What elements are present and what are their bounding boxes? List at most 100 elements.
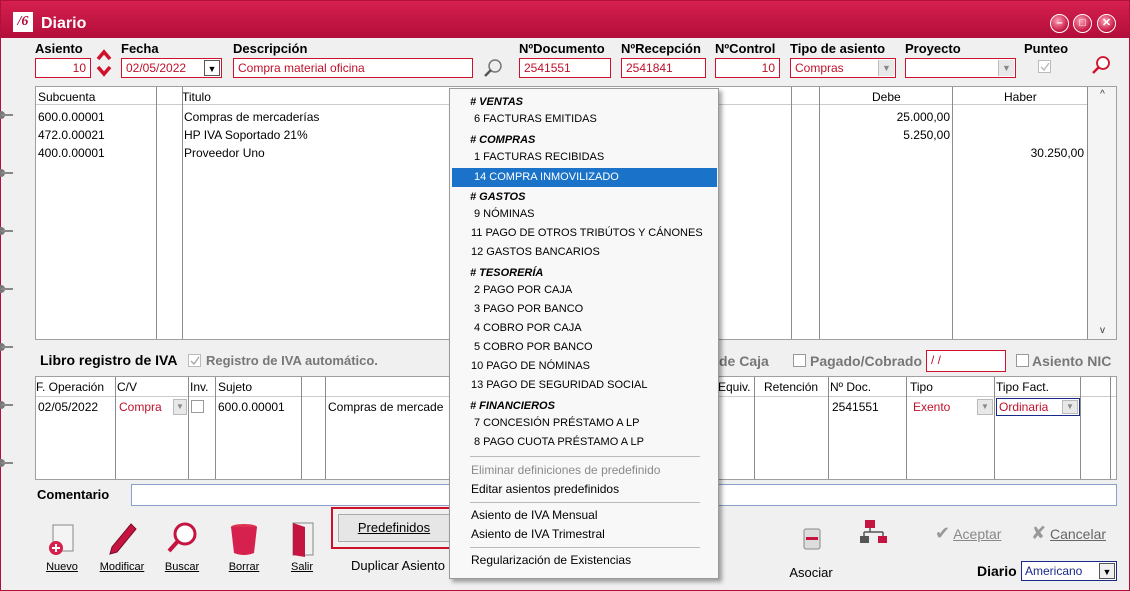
col-retencion: Retención [764,380,819,394]
asociar-label: Asociar [789,565,833,580]
asiento-nic-checkbox[interactable] [1016,354,1029,367]
row-debe: 5.250,00 [903,128,950,142]
num-documento-label: NºDocumento [519,41,605,56]
aceptar-button[interactable]: ✔ Aceptar [935,523,1001,544]
fecha-input[interactable]: 02/05/2022 ▼ [121,58,222,78]
nuevo-button[interactable]: Nuevo [41,521,83,573]
new-document-icon [45,521,79,555]
diario-select[interactable]: Americano ▼ [1021,561,1117,581]
proyecto-select[interactable]: ▼ [905,58,1016,78]
col-sujeto: Sujeto [218,380,253,394]
check-icon: ✔ [935,523,951,543]
menu-item-12[interactable]: 12 GASTOS BANCARIOS [450,243,718,262]
descripcion-label: Descripción [233,41,308,56]
diario-label: Diario [977,563,1017,579]
asociar-button[interactable]: Asociar [781,523,841,580]
pagado-checkbox[interactable] [793,354,806,367]
asiento-input[interactable]: 10 [35,58,91,78]
chevron-up-icon[interactable]: ^ [1088,89,1116,100]
chevron-down-icon[interactable]: ▼ [998,60,1014,76]
fecha-value: 02/05/2022 [126,61,187,75]
asiento-stepper[interactable] [96,47,112,79]
descripcion-search-icon[interactable] [481,57,505,79]
col-cv: C/V [117,380,138,394]
iva-num-doc: 2541551 [832,400,879,414]
menu-iva-trimestral[interactable]: Asiento de IVA Trimestral [450,525,718,544]
menu-item-10[interactable]: 10 PAGO DE NÓMINAS [450,357,718,376]
chevron-down-icon[interactable]: ▼ [977,399,993,415]
menu-item-3[interactable]: 3 PAGO POR BANCO [450,300,718,319]
borrar-label: Borrar [228,561,260,573]
modificar-label: Modificar [99,561,145,573]
cancelar-button[interactable]: ✘ Cancelar [1031,523,1106,544]
chevron-down-icon[interactable]: ▼ [173,399,187,415]
menu-item-5[interactable]: 5 COBRO POR BANCO [450,338,718,357]
iva-tipo[interactable]: Exento [913,400,950,414]
menu-iva-mensual[interactable]: Asiento de IVA Mensual [450,506,718,525]
window-title: Diario [41,15,87,32]
iva-cv[interactable]: Compra [119,400,162,414]
menu-item-13[interactable]: 13 PAGO DE SEGURIDAD SOCIAL [450,376,718,395]
pencil-icon [105,521,139,555]
punteo-checkbox[interactable] [1038,60,1051,73]
chevron-down-icon[interactable]: ▼ [878,60,894,76]
tipo-asiento-select[interactable]: Compras ▼ [790,58,896,78]
iva-desc: Compras de mercade [328,400,444,414]
descripcion-input[interactable]: Compra material oficina [233,58,473,78]
menu-separator [470,502,700,503]
iva-tipo-fact-select[interactable]: Ordinaria ▼ [996,398,1080,416]
entries-scrollbar[interactable]: ^ v [1088,87,1116,339]
aceptar-label: Aceptar [953,526,1002,542]
close-icon[interactable]: ✕ [1097,14,1116,33]
row-titulo: Compras de mercaderías [184,110,320,124]
diario-value: Americano [1025,564,1083,578]
ring-icon [0,401,13,409]
salir-label: Salir [290,561,313,573]
menu-item-2[interactable]: 2 PAGO POR CAJA [450,281,718,300]
buscar-button[interactable]: Buscar [161,521,203,573]
num-documento-input[interactable]: 2541551 [519,58,611,78]
maximize-icon[interactable]: □ [1073,14,1092,33]
minimize-icon[interactable]: – [1050,14,1069,33]
predefinidos-menu: # VENTAS 6 FACTURAS EMITIDAS # COMPRAS 1… [449,88,719,579]
menu-eliminar-definiciones: Eliminar definiciones de predefinido [471,463,661,477]
predefinidos-label: Predefinidos [357,520,431,535]
duplicar-button[interactable]: Duplicar Asiento [351,558,445,573]
iva-inv-checkbox[interactable] [191,400,204,413]
iva-f-operacion: 02/05/2022 [38,400,99,414]
chevron-down-icon[interactable]: v [1088,325,1116,336]
punteo-search-icon[interactable] [1089,54,1113,76]
menu-item-1[interactable]: 1 FACTURAS RECIBIDAS [450,148,718,167]
iva-auto-checkbox[interactable] [188,354,201,367]
num-control-label: NºControl [715,41,776,56]
calendar-dropdown-icon[interactable]: ▼ [204,60,220,76]
menu-regularizacion-existencias[interactable]: Regularización de Existencias [450,551,718,570]
chevron-down-icon[interactable]: ▼ [1062,400,1078,414]
search-icon [165,521,199,555]
diario-window: /6 Diario – □ ✕ Asiento Fecha Descripció… [0,0,1130,591]
predefinidos-button[interactable]: Predefinidos [338,514,450,542]
salir-button[interactable]: Salir [281,521,323,573]
num-recepcion-label: NºRecepción [621,41,701,56]
menu-item-9[interactable]: 9 NÓMINAS [450,205,718,224]
menu-item-6[interactable]: 6 FACTURAS EMITIDAS [450,110,718,129]
col-num-doc: Nº Doc. [830,380,872,394]
ring-icon [0,227,13,235]
menu-item-11[interactable]: 11 PAGO DE OTROS TRIBÚTOS Y CÁNONES [450,224,718,243]
col-equiv: Equiv. [718,380,751,394]
ring-icon [0,169,13,177]
menu-item-7[interactable]: 7 CONCESIÓN PRÉSTAMO A LP [450,414,718,433]
menu-item-4[interactable]: 4 COBRO POR CAJA [450,319,718,338]
menu-editar-predefinidos[interactable]: Editar asientos predefinidos [450,480,718,499]
num-control-input[interactable]: 10 [715,58,780,78]
menu-item-14[interactable]: 14 COMPRA INMOVILIZADO [452,168,717,187]
pagado-date-input[interactable]: / / [926,350,1006,372]
network-diagram-icon[interactable] [859,518,889,546]
num-recepcion-input[interactable]: 2541841 [621,58,706,78]
menu-item-8[interactable]: 8 PAGO CUOTA PRÉSTAMO A LP [450,433,718,452]
modificar-button[interactable]: Modificar [96,521,148,573]
borrar-button[interactable]: Borrar [223,521,265,573]
caja-label: de Caja [719,353,769,369]
chevron-down-icon[interactable]: ▼ [1099,563,1115,579]
col-debe: Debe [872,90,901,104]
